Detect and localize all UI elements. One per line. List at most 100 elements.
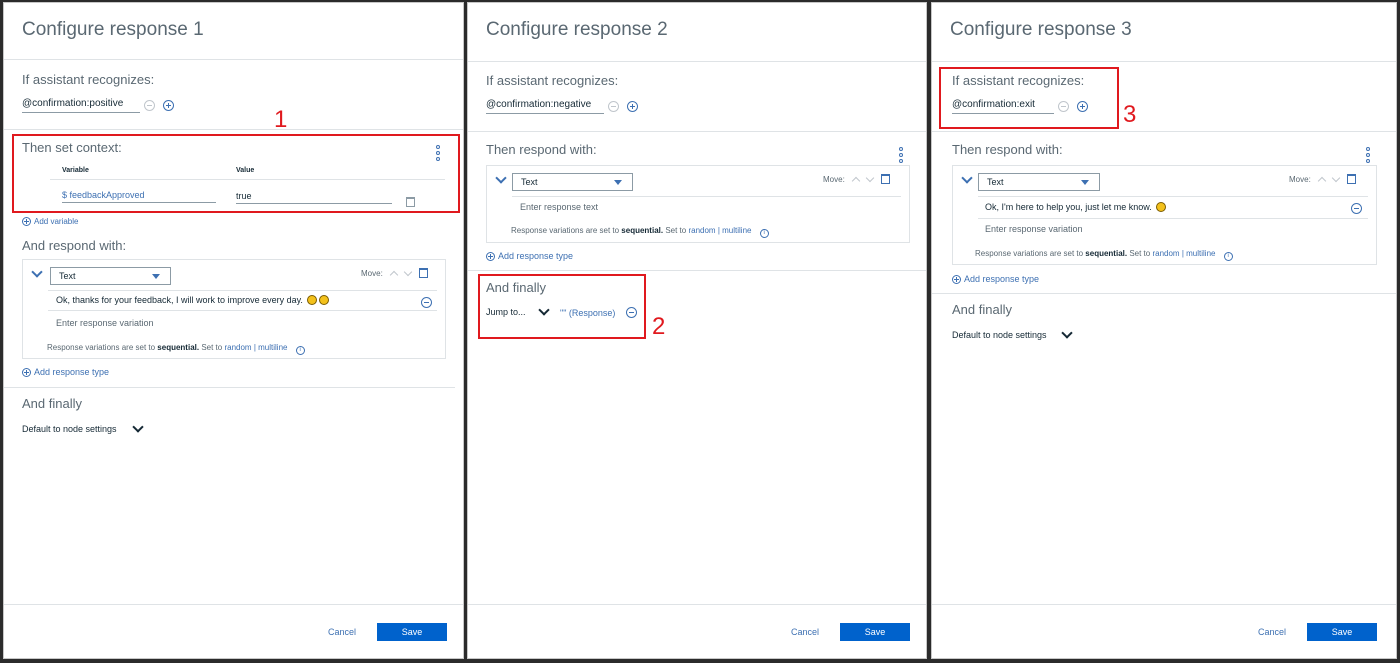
variation-note-prefix: Response variations are set to [47,343,156,352]
add-response-type-link[interactable]: Add response type [22,367,109,377]
response-type-value: Text [59,271,76,281]
footer-divider [4,604,463,605]
configure-response-2-panel: Configure response 2 If assistant recogn… [467,2,927,659]
condition-input[interactable]: @confirmation:positive [22,98,140,113]
link-separator: | [717,226,720,235]
response-text-input[interactable]: Enter response text [520,202,598,212]
configure-response-1-panel: Configure response 1 If assistant recogn… [3,2,464,659]
variation-note-prefix: Response variations are set to [975,249,1084,258]
delete-response-icon[interactable] [418,268,428,278]
divider [932,61,1396,62]
panel-title: Configure response 3 [950,19,1132,40]
cancel-button[interactable]: Cancel [791,627,819,637]
link-separator: | [1181,249,1184,258]
move-down-icon[interactable] [1331,173,1341,183]
finally-select[interactable]: Default to node settings [952,330,1047,340]
response-type-value: Text [987,177,1004,187]
remove-condition-icon[interactable] [608,101,619,112]
move-down-icon[interactable] [865,173,875,183]
variation-input[interactable]: Enter response variation [56,318,154,328]
cancel-button[interactable]: Cancel [1258,627,1286,637]
divider [4,387,455,388]
collapse-chevron-icon[interactable] [31,266,43,278]
panel-title: Configure response 1 [22,19,204,40]
finally-dropdown-icon[interactable] [132,421,144,433]
variation-note-setto: Set to [1129,249,1151,258]
divider [512,196,901,197]
response-card: Text Move: Enter response text Response … [486,165,910,243]
remove-variation-icon[interactable] [1351,203,1362,214]
add-condition-icon[interactable] [163,100,174,111]
panel-title: Configure response 2 [486,19,668,40]
save-button[interactable]: Save [377,623,447,641]
collapse-chevron-icon[interactable] [495,172,507,184]
divider [4,129,463,130]
move-controls: Move: [823,173,890,186]
info-icon[interactable]: i [1223,252,1233,261]
response-type-select[interactable]: Text [512,173,633,191]
response-type-select[interactable]: Text [50,267,171,285]
add-response-type-label: Add response type [498,251,574,261]
variation-note: Response variations are set to sequentia… [511,226,769,238]
condition-row: @confirmation:negative [486,99,638,114]
multiline-link[interactable]: multiline [1186,249,1215,258]
move-controls: Move: [1289,173,1356,186]
response-type-select[interactable]: Text [978,173,1100,191]
move-up-icon[interactable] [1317,176,1327,186]
save-button[interactable]: Save [1307,623,1377,641]
if-recognizes-label: If assistant recognizes: [22,72,155,87]
move-up-icon[interactable] [851,176,861,186]
random-link[interactable]: random [688,226,715,235]
delete-response-icon[interactable] [880,174,890,184]
add-response-type-icon [952,274,961,284]
multiline-link[interactable]: multiline [722,226,751,235]
move-controls: Move: [361,267,428,280]
variation-note: Response variations are set to sequentia… [975,249,1233,261]
finally-select[interactable]: Default to node settings [22,424,117,434]
add-response-type-label: Add response type [34,367,110,377]
variation-note-prefix: Response variations are set to [511,226,620,235]
move-up-icon[interactable] [389,270,399,280]
variation-label: Ok, I'm here to help you, just let me kn… [985,202,1152,212]
dropdown-arrow-icon [614,180,622,185]
variation-mode: sequential. [1085,249,1128,258]
remove-variation-icon[interactable] [421,297,432,308]
footer-divider [932,604,1396,605]
divider [932,131,1396,132]
variation-input[interactable]: Enter response variation [985,224,1083,234]
response-variation-text[interactable]: Ok, I'm here to help you, just let me kn… [985,202,1167,212]
remove-condition-icon[interactable] [144,100,155,111]
random-link[interactable]: random [224,343,251,352]
link-separator: | [253,343,256,352]
respond-options-icon[interactable] [899,147,905,163]
finally-dropdown-icon[interactable] [1061,327,1073,339]
delete-response-icon[interactable] [1346,174,1356,184]
respond-options-icon[interactable] [1366,147,1372,163]
multiline-link[interactable]: multiline [258,343,287,352]
collapse-chevron-icon[interactable] [961,172,973,184]
cancel-button[interactable]: Cancel [328,627,356,637]
move-down-icon[interactable] [403,267,413,277]
condition-row: @confirmation:positive [22,98,174,113]
add-response-type-link[interactable]: Add response type [952,274,1039,284]
annotation-box-1 [12,134,460,213]
random-link[interactable]: random [1152,249,1179,258]
response-type-value: Text [521,177,538,187]
info-icon[interactable]: i [759,229,769,238]
save-button[interactable]: Save [840,623,910,641]
add-response-type-icon [22,367,31,377]
divider [978,218,1368,219]
annotation-number-2: 2 [652,313,666,340]
condition-input[interactable]: @confirmation:negative [486,99,604,114]
add-response-type-link[interactable]: Add response type [486,251,573,261]
add-condition-icon[interactable] [627,101,638,112]
response-variation-text[interactable]: Ok, thanks for your feedback, I will wor… [56,295,330,305]
add-variable-link[interactable]: Add variable [22,217,78,226]
response-card: Text Move: Ok, I'm here to help you, jus… [952,165,1377,265]
variation-mode: sequential. [621,226,664,235]
variation-label: Ok, thanks for your feedback, I will wor… [56,295,303,305]
add-variable-icon [22,217,31,226]
and-finally-label: And finally [952,302,1012,317]
add-response-type-label: Add response type [964,274,1040,284]
info-icon[interactable]: i [295,346,305,355]
